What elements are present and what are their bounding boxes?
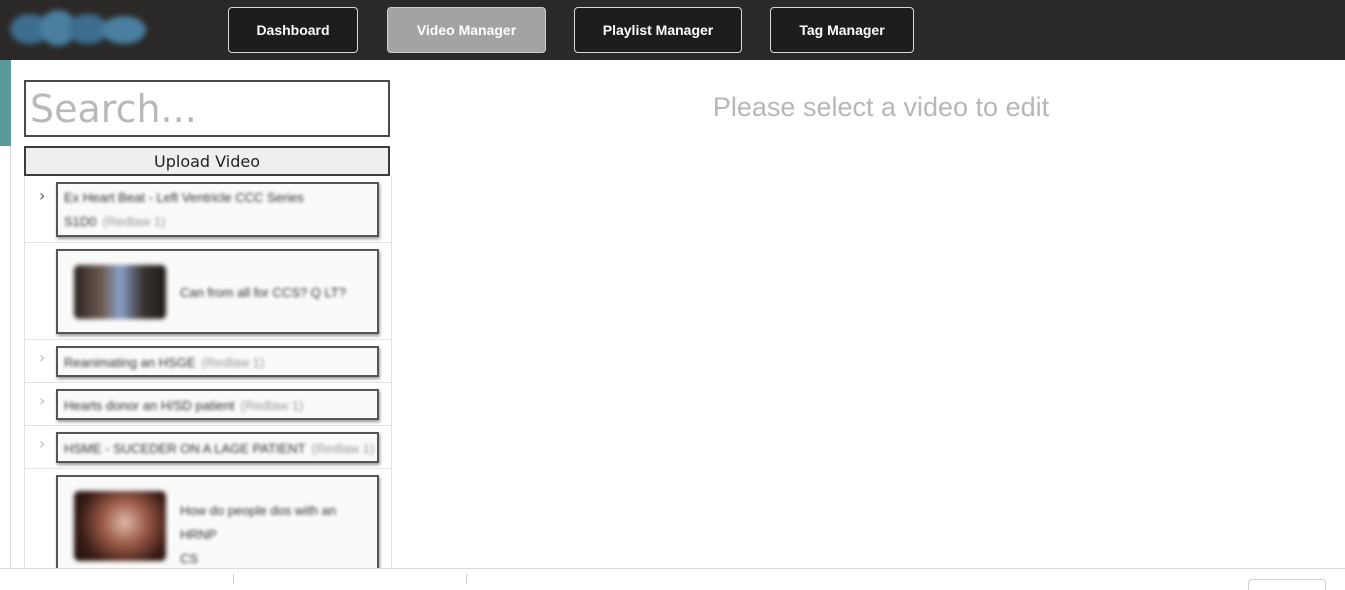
upload-video-button[interactable]: Upload Video <box>24 146 390 176</box>
list-item[interactable]: Can from all for CCS? Q LT? <box>25 243 391 340</box>
list-item[interactable]: › HSME - SUCEDER ON A LAGE PATIENT (Redla… <box>25 426 391 469</box>
video-card[interactable]: Can from all for CCS? Q LT? <box>56 249 379 334</box>
nav-tab-tag-manager[interactable]: Tag Manager <box>770 7 914 53</box>
chevron-right-icon[interactable]: › <box>39 186 45 205</box>
group-title: Hearts donor an H/SD patient (Redlaw 1) <box>64 398 304 413</box>
chevron-right-icon[interactable]: › <box>39 434 45 453</box>
video-title: How do people dos with an HRNP CS <box>180 503 337 566</box>
video-thumbnail <box>74 265 166 319</box>
search-input[interactable] <box>24 80 390 137</box>
group-card[interactable]: Hearts donor an H/SD patient (Redlaw 1) <box>56 389 379 420</box>
nav-tab-playlist-manager[interactable]: Playlist Manager <box>574 7 742 53</box>
group-card[interactable]: Reanimating an HSGE (Redlaw 1) <box>56 346 379 377</box>
bottom-button[interactable] <box>1248 579 1326 590</box>
sidebar-accent-bar <box>0 60 11 146</box>
group-card[interactable]: Ex Heart Beat - Left Ventricle CCC Serie… <box>56 182 379 237</box>
group-title: HSME - SUCEDER ON A LAGE PATIENT (Redlaw … <box>64 441 375 456</box>
group-card[interactable]: HSME - SUCEDER ON A LAGE PATIENT (Redlaw … <box>56 432 379 463</box>
empty-state-message: Please select a video to edit <box>712 92 1050 122</box>
list-item[interactable]: How do people dos with an HRNP CS <box>25 469 391 568</box>
video-thumbnail <box>74 491 166 561</box>
list-item[interactable]: › Ex Heart Beat - Left Ventricle CCC Ser… <box>25 176 391 243</box>
list-item[interactable]: › Reanimating an HSGE (Redlaw 1) <box>25 340 391 383</box>
video-title: Can from all for CCS? Q LT? <box>180 285 346 300</box>
logo-icon[interactable] <box>6 6 154 52</box>
sidebar-edge-divider <box>0 146 11 576</box>
list-item[interactable]: › Hearts donor an H/SD patient (Redlaw 1) <box>25 383 391 426</box>
group-title: Ex Heart Beat - Left Ventricle CCC Serie… <box>64 190 304 205</box>
bottom-strip <box>0 568 1345 590</box>
video-card[interactable]: How do people dos with an HRNP CS <box>56 475 379 568</box>
chevron-right-icon[interactable]: › <box>39 391 45 410</box>
top-navigation-bar: Dashboard Video Manager Playlist Manager… <box>0 0 1345 60</box>
video-list[interactable]: › Ex Heart Beat - Left Ventricle CCC Ser… <box>24 176 392 568</box>
chevron-right-icon[interactable]: › <box>39 348 45 367</box>
nav-tab-dashboard[interactable]: Dashboard <box>228 7 358 53</box>
group-title: Reanimating an HSGE (Redlaw 1) <box>64 355 265 370</box>
group-title-line2: S1D0 (Redlaw 1) <box>64 214 166 229</box>
nav-tab-video-manager[interactable]: Video Manager <box>387 7 546 53</box>
